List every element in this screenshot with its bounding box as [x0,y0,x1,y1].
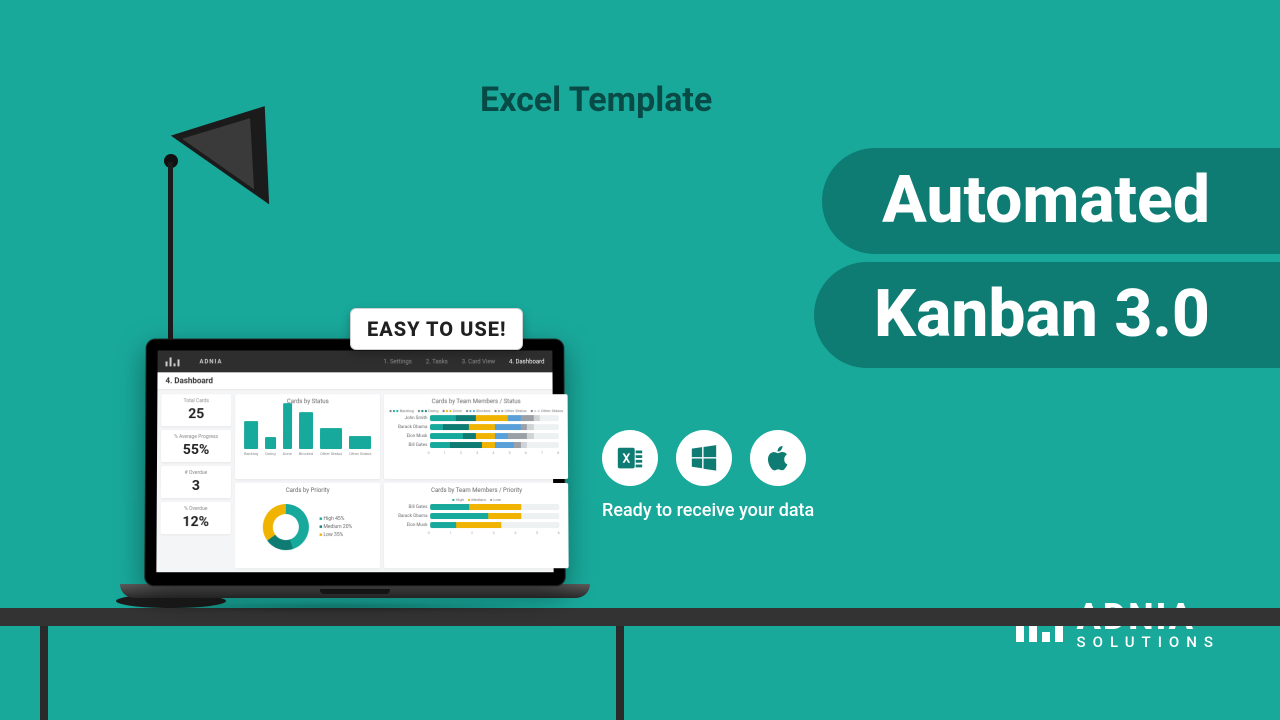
legend-item: Low [490,497,501,502]
excel-icon [602,430,658,486]
title-line-2: Kanban 3.0 [814,262,1280,368]
title-line-1: Automated [822,148,1280,254]
brand-subtitle: SOLUTIONS [1077,635,1220,650]
tab-card-view: 3. Card View [462,358,495,365]
chart-title: Cards by Team Members / Status [389,398,563,405]
desk-leg [40,626,48,720]
desk-leg [616,626,624,720]
kpi-value: 3 [166,478,226,494]
chart-team-priority: Cards by Team Members / Priority High Me… [384,483,569,568]
brand-mini-text: ADNIA [199,358,222,365]
kpi-column: Total Cards 25 % Average Progress 55% # … [160,394,231,568]
kpi-overdue-pct: % Overdue 12% [161,502,231,534]
kpi-value: 12% [166,514,226,530]
kpi-label: % Overdue [166,506,226,512]
chart-cards-by-status: Cards by Status BacklogDoingDoneBlockedO… [235,394,381,479]
platform-caption: Ready to receive your data [602,500,814,521]
kpi-label: # Overdue [166,470,226,476]
chart-title: Cards by Status [240,398,375,405]
dashboard-screenshot: ADNIA 1. Settings 2. Tasks 3. Card View … [156,350,553,572]
chart-cards-by-priority: Cards by Priority ■ High 45%■ Medium 20%… [235,483,381,568]
dashboard-topbar: ADNIA 1. Settings 2. Tasks 3. Card View … [158,350,553,372]
dashboard-page-title: 4. Dashboard [157,372,552,390]
kpi-label: % Average Progress [166,434,226,440]
chart-title: Cards by Team Members / Priority [389,487,563,494]
legend-item: High [452,497,464,502]
brand-mini-icon [166,357,180,366]
kpi-label: Total Cards [166,398,226,404]
apple-icon [750,430,806,486]
kpi-value: 25 [166,406,226,422]
kpi-total-cards: Total Cards 25 [161,394,231,426]
chart-title: Cards by Priority [240,487,376,494]
kpi-avg-progress: % Average Progress 55% [161,430,231,462]
easy-to-use-badge: EASY TO USE! [350,308,523,350]
eyebrow-text: Excel Template [480,80,712,120]
kpi-overdue-count: # Overdue 3 [161,466,231,498]
windows-icon [676,430,732,486]
tab-dashboard: 4. Dashboard [509,358,544,365]
tab-tasks: 2. Tasks [426,358,448,365]
laptop-mockup: ADNIA 1. Settings 2. Tasks 3. Card View … [120,338,590,616]
donut-chart [263,504,309,550]
tab-settings: 1. Settings [384,358,412,365]
legend-item: Medium [468,497,486,502]
kpi-value: 55% [166,442,226,458]
platform-icon-row [602,430,806,486]
chart-team-status: Cards by Team Members / Status ■ Backlog… [384,394,568,479]
